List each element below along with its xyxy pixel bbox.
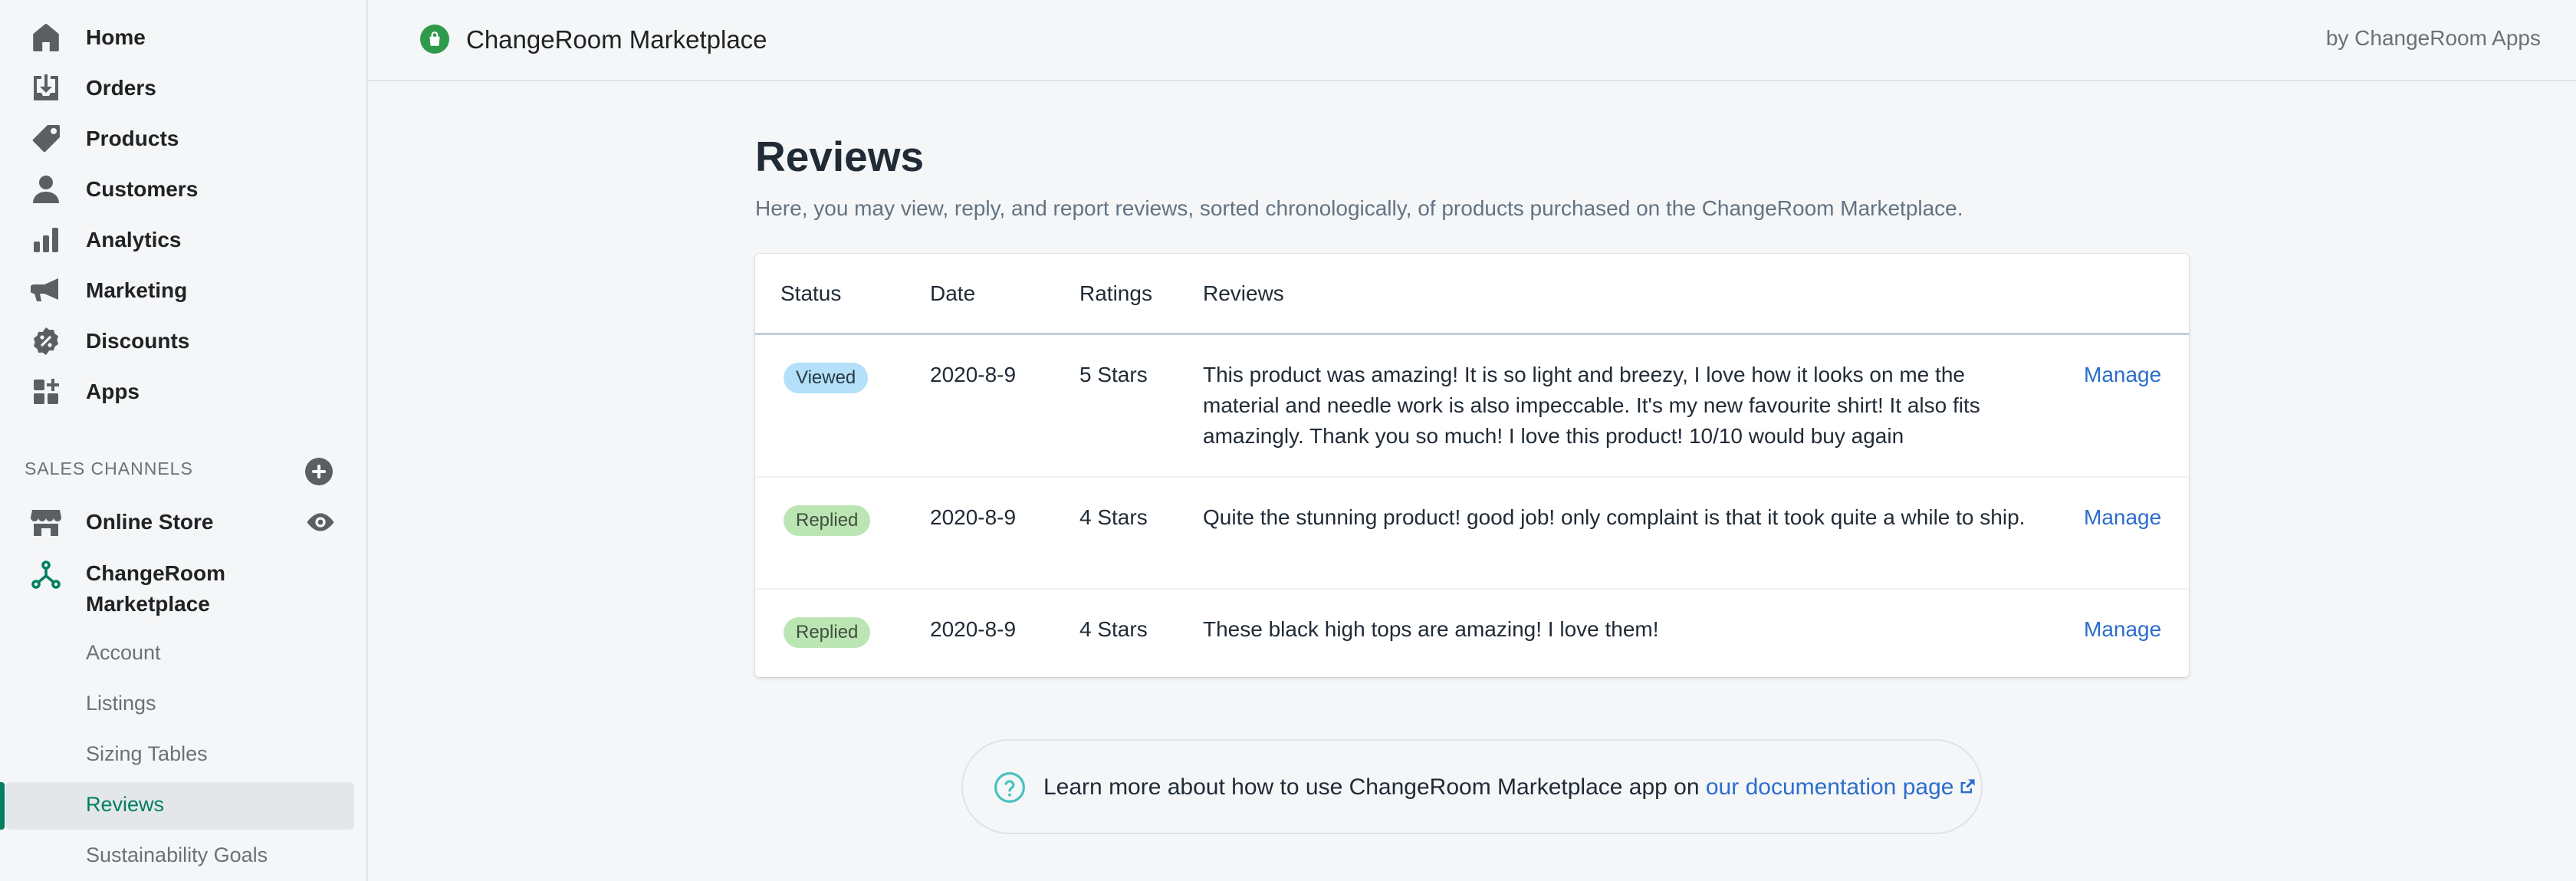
manage-link[interactable]: Manage [2084,363,2161,387]
subnav-sizing-tables[interactable]: Sizing Tables [86,742,208,766]
add-sales-channel-button[interactable] [305,458,333,485]
status-badge: Viewed [784,363,869,393]
home-icon [29,21,63,54]
sidebar-item-label: Orders [86,76,156,100]
sidebar-item-label: Home [86,25,146,49]
review-date: 2020-8-9 [930,363,1017,386]
review-date: 2020-8-9 [930,505,1017,529]
review-text: Quite the stunning product! good job! on… [1203,505,2026,529]
review-rating: 4 Stars [1079,505,1148,529]
help-text: Learn more about how to use ChangeRoom M… [1043,774,1976,800]
active-subnav-highlight [6,782,354,830]
subnav-listings[interactable]: Listings [86,692,156,715]
app-publisher: by ChangeRoom Apps [2325,26,2541,50]
sidebar-item-customers[interactable]: Customers [0,167,368,212]
app-logo-icon [420,25,449,54]
app-topbar: ChangeRoom Marketplace by ChangeRoom App… [368,0,2576,81]
page-title: Reviews [755,133,925,180]
external-link-icon [1961,779,1976,794]
sidebar-item-label: ChangeRoom Marketplace [86,561,225,616]
sidebar-item-discounts[interactable]: Discounts [0,319,368,363]
sales-channels-heading: SALES CHANNELS [25,459,193,478]
sidebar-item-label: Online Store [86,510,214,534]
sidebar-item-label: Discounts [86,329,190,353]
status-badge: Replied [784,617,871,648]
review-rating: 5 Stars [1079,363,1148,386]
sidebar-item-label: Apps [86,380,140,403]
column-header-ratings: Ratings [1079,281,1152,305]
review-rating: 4 Stars [1079,617,1148,641]
subnav-reviews[interactable]: Reviews [86,793,164,817]
review-text: This product was amazing! It is so light… [1203,363,1980,448]
sidebar-item-orders[interactable]: Orders [0,66,368,110]
sidebar-item-analytics[interactable]: Analytics [0,218,368,262]
row-divider [755,476,2189,478]
orders-icon [29,71,63,105]
changeroom-icon [29,558,63,592]
discount-icon [29,324,63,358]
active-subnav-indicator [0,782,5,830]
subnav-sustainability-goals[interactable]: Sustainability Goals [86,843,268,867]
status-badge: Replied [784,505,871,536]
subnav-account[interactable]: Account [86,641,161,665]
sidebar-item-label: Marketing [86,278,188,302]
review-date: 2020-8-9 [930,617,1017,641]
sidebar: Home Orders Products Customers Analytics… [0,0,368,881]
sidebar-item-products[interactable]: Products [0,117,368,161]
help-footer: Learn more about how to use ChangeRoom M… [961,739,1983,834]
manage-link[interactable]: Manage [2084,617,2161,642]
sidebar-item-apps[interactable]: Apps [0,370,368,414]
person-icon [29,173,63,206]
manage-link[interactable]: Manage [2084,505,2161,530]
bar-chart-icon [29,223,63,257]
tag-icon [29,122,63,156]
sidebar-item-marketing[interactable]: Marketing [0,268,368,313]
sidebar-item-label: Products [86,127,179,150]
question-circle-icon [994,772,1025,803]
sidebar-item-label: Analytics [86,228,182,251]
documentation-link[interactable]: our documentation page [1706,774,1977,800]
reviews-table: Status Date Ratings Reviews Viewed 2020-… [755,254,2189,677]
table-header-divider [755,333,2189,335]
eye-icon[interactable] [305,509,336,535]
megaphone-icon [29,274,63,307]
row-divider [755,588,2189,590]
column-header-date: Date [930,281,976,305]
page-subtitle: Here, you may view, reply, and report re… [755,196,1963,220]
apps-icon [29,375,63,409]
sidebar-item-home[interactable]: Home [0,15,368,60]
review-text: These black high tops are amazing! I lov… [1203,617,1659,641]
column-header-reviews: Reviews [1203,281,1284,305]
column-header-status: Status [780,281,842,305]
sidebar-item-changeroom-marketplace[interactable]: ChangeRoom Marketplace [0,554,368,623]
store-icon [29,505,63,539]
sidebar-item-label: Customers [86,177,199,201]
app-title: ChangeRoom Marketplace [466,25,767,54]
